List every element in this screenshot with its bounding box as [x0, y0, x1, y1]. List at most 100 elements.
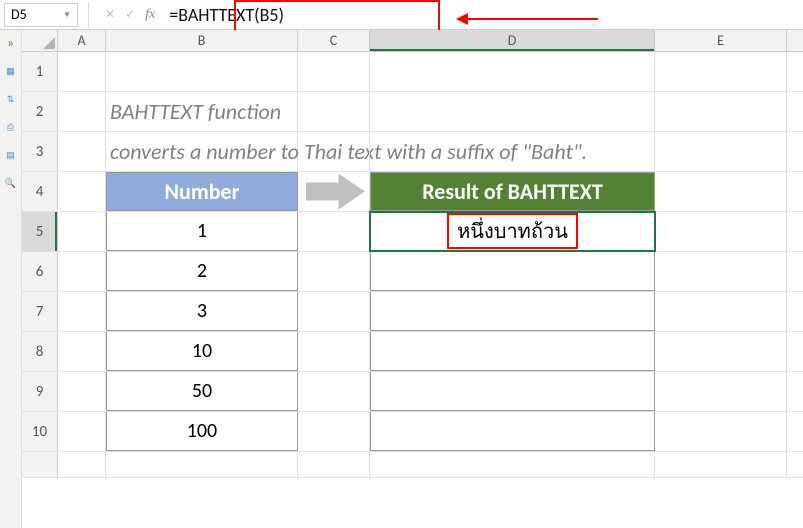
cell-D3[interactable] — [370, 132, 655, 171]
col-header-E[interactable]: E — [655, 30, 787, 51]
cell-B9[interactable]: 50 — [106, 372, 298, 411]
row-header-partial[interactable] — [22, 452, 58, 477]
cell-D10[interactable] — [370, 412, 655, 451]
row-label: 6 — [36, 263, 44, 281]
row-header-7[interactable]: 7 — [22, 292, 58, 331]
cell-A7[interactable] — [58, 292, 106, 331]
row-3: 3 converts a number to Thai text with a … — [22, 132, 803, 172]
cell-E7[interactable] — [655, 292, 787, 331]
row-header-8[interactable]: 8 — [22, 332, 58, 371]
row-header-2[interactable]: 2 — [22, 92, 58, 131]
cell-partial-C[interactable] — [298, 452, 370, 477]
cell-A3[interactable] — [58, 132, 106, 171]
sort-icon[interactable]: ⇅ — [4, 92, 18, 106]
cell-B3[interactable]: converts a number to Thai text with a su… — [106, 132, 298, 171]
cell-B8[interactable]: 10 — [106, 332, 298, 371]
row-header-5[interactable]: 5 — [22, 212, 58, 251]
cell-B7[interactable]: 3 — [106, 292, 298, 331]
row-header-4[interactable]: 4 — [22, 172, 58, 211]
cell-E2[interactable] — [655, 92, 787, 131]
row-7: 7 3 — [22, 292, 803, 332]
cell-E1[interactable] — [655, 52, 787, 91]
cell-E9[interactable] — [655, 372, 787, 411]
cell-E10[interactable] — [655, 412, 787, 451]
cell-partial-A[interactable] — [58, 452, 106, 477]
cell-A9[interactable] — [58, 372, 106, 411]
row-label: 7 — [36, 303, 44, 321]
cell-B1[interactable] — [106, 52, 298, 91]
cell-C4[interactable] — [298, 172, 370, 211]
row-header-9[interactable]: 9 — [22, 372, 58, 411]
cell-B10[interactable]: 100 — [106, 412, 298, 451]
cell-B2[interactable]: BAHTTEXT function — [106, 92, 298, 131]
row-header-3[interactable]: 3 — [22, 132, 58, 171]
row-header-1[interactable]: 1 — [22, 52, 58, 91]
cell-A10[interactable] — [58, 412, 106, 451]
cell-A6[interactable] — [58, 252, 106, 291]
row-header-10[interactable]: 10 — [22, 412, 58, 451]
cell-E3[interactable] — [655, 132, 787, 171]
cell-C8[interactable] — [298, 332, 370, 371]
cell-A5[interactable] — [58, 212, 106, 251]
row-label: 9 — [36, 383, 44, 401]
grid-icon[interactable]: ▤ — [4, 148, 18, 162]
cell-B5[interactable]: 1 — [106, 212, 298, 251]
spreadsheet-grid: A B C D E 1 2 BAHTTEXT function 3 conver… — [22, 30, 803, 478]
cell-partial-B[interactable] — [106, 452, 298, 477]
cell-C10[interactable] — [298, 412, 370, 451]
cell-D8[interactable] — [370, 332, 655, 371]
cell-A4[interactable] — [58, 172, 106, 211]
cell-partial-E[interactable] — [655, 452, 787, 477]
fx-icon[interactable]: fx — [145, 7, 155, 23]
dropdown-icon[interactable]: ▼ — [63, 10, 71, 20]
cell-C9[interactable] — [298, 372, 370, 411]
cell-D9[interactable] — [370, 372, 655, 411]
cell-C6[interactable] — [298, 252, 370, 291]
col-header-B[interactable]: B — [106, 30, 298, 51]
cells: 1 2 BAHTTEXT function 3 converts a numbe… — [22, 52, 803, 478]
cell-D7[interactable] — [370, 292, 655, 331]
cell-A2[interactable] — [58, 92, 106, 131]
cell-D5[interactable]: หนึ่งบาทถ้วน — [370, 212, 655, 251]
cell-E8[interactable] — [655, 332, 787, 371]
name-box[interactable]: D5 ▼ — [4, 3, 78, 27]
select-all-button[interactable] — [22, 30, 58, 51]
cell-A1[interactable] — [58, 52, 106, 91]
col-label: C — [330, 32, 337, 49]
col-label: A — [77, 32, 85, 49]
cell-D1[interactable] — [370, 52, 655, 91]
result-highlight: หนึ่งบาทถ้วน — [447, 213, 578, 249]
cell-C2[interactable] — [298, 92, 370, 131]
formula-input[interactable] — [161, 3, 803, 27]
row-header-6[interactable]: 6 — [22, 252, 58, 291]
cell-D2[interactable] — [370, 92, 655, 131]
cell-partial-D[interactable] — [370, 452, 655, 477]
cell-E6[interactable] — [655, 252, 787, 291]
cell-C7[interactable] — [298, 292, 370, 331]
formula-bar: D5 ▼ ✕ ✓ fx — [0, 0, 803, 30]
print-icon[interactable]: ⎙ — [4, 120, 18, 134]
find-icon[interactable]: 🔍 — [4, 176, 18, 190]
cell-A8[interactable] — [58, 332, 106, 371]
table-icon[interactable]: ▦ — [4, 64, 18, 78]
header-number[interactable]: Number — [106, 172, 298, 211]
cell-C1[interactable] — [298, 52, 370, 91]
row-8: 8 10 — [22, 332, 803, 372]
cell-E5[interactable] — [655, 212, 787, 251]
header-result[interactable]: Result of BAHTTEXT — [370, 172, 655, 211]
cancel-icon[interactable]: ✕ — [105, 7, 115, 22]
cell-E4[interactable] — [655, 172, 787, 211]
col-header-C[interactable]: C — [298, 30, 370, 51]
cell-B6[interactable]: 2 — [106, 252, 298, 291]
row-9: 9 50 — [22, 372, 803, 412]
enter-icon[interactable]: ✓ — [125, 7, 135, 22]
row-label: 5 — [36, 223, 44, 241]
cell-C5[interactable] — [298, 212, 370, 251]
cell-D6[interactable] — [370, 252, 655, 291]
col-header-A[interactable]: A — [58, 30, 106, 51]
col-header-D[interactable]: D — [370, 30, 655, 51]
cell-C3[interactable] — [298, 132, 370, 171]
cell-value: 10 — [192, 339, 212, 363]
row-label: 8 — [36, 343, 44, 361]
expand-icon[interactable]: » — [4, 36, 18, 50]
